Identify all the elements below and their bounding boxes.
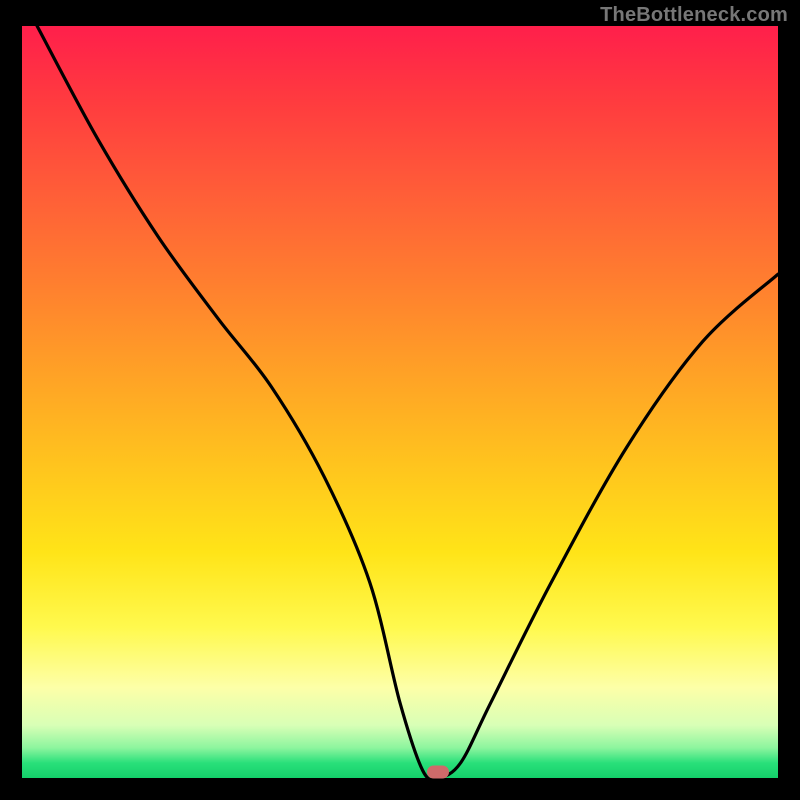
bottleneck-marker xyxy=(427,766,449,779)
watermark-text: TheBottleneck.com xyxy=(600,4,788,27)
chart-frame: TheBottleneck.com xyxy=(0,0,800,800)
bottleneck-curve xyxy=(22,26,778,778)
plot-area xyxy=(22,26,778,778)
